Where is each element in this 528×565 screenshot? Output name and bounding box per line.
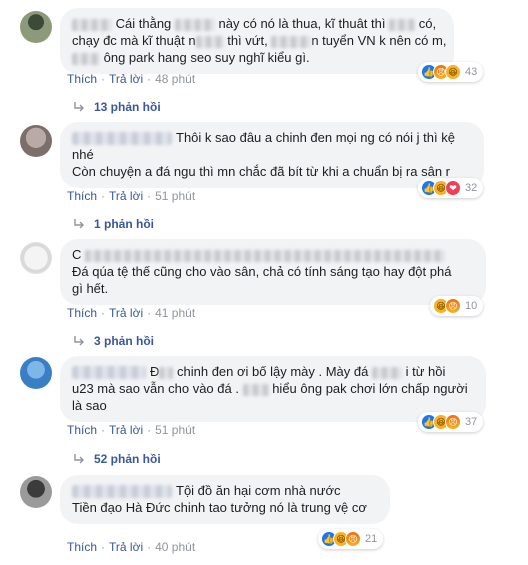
redacted-text [389,18,416,31]
comment-line: Đá qúa tệ thế cũng cho vào sân, chả có t… [72,264,452,279]
comment-line: Thôi k sao đâu a chinh đen mọi ng có nói… [72,129,472,146]
comment-text: u23 mà sao vẫn cho vào đá . [72,381,239,396]
comment-actions: Thích · Trả lời · 51 phút [67,189,196,203]
replies-count: 3 phản hồi [94,334,154,348]
reaction-summary[interactable]: 👍 😠 😆 43 [418,62,484,82]
view-replies-link[interactable]: 13 phản hồi [73,100,161,114]
replies-count: 1 phản hồi [94,217,154,231]
like-link[interactable]: Thích [67,306,97,320]
comment-text: Thôi k sao đâu a chinh đen mọi ng có nói… [176,130,455,145]
replies-count: 52 phản hồi [94,452,161,466]
reply-link[interactable]: Trả lời [109,189,143,203]
comment-text: Đ [150,364,160,379]
like-link[interactable]: Thích [67,423,97,437]
comment-bubble: Đ chinh đen ơi bố lậy mày . Mày đá i từ … [60,356,486,422]
angry-reaction-icon: 😠 [445,414,461,430]
reaction-summary[interactable]: 👍 😆 😠 21 [318,529,384,549]
view-replies-link[interactable]: 52 phản hồi [73,452,161,466]
comment-text: này có nó là thua, kĩ thuât thì [218,16,386,31]
comment-text: hiểu ông pak chơi lớn chấp người [272,381,468,396]
reaction-count: 43 [465,66,478,78]
comment-text: Tội đồ ăn hại cơm nhà nước [176,483,341,498]
reply-arrow-icon [74,454,84,464]
reaction-summary[interactable]: 👍 😆 ❤ 32 [418,178,484,198]
comment-author[interactable] [72,366,146,380]
comment-actions: Thích · Trả lời · 51 phút [67,423,196,437]
comment-bubble: Thôi k sao đâu a chinh đen mọi ng có nói… [60,122,484,188]
timestamp[interactable]: 48 phút [155,72,195,86]
comment-line: C [72,246,474,263]
comment-line: chạy đc mà kĩ thuật n thì vứt, n tuyển V… [72,32,446,49]
redacted-text [195,35,224,48]
reaction-count: 21 [365,533,378,545]
comment-bubble: Cái thằng này có nó là thua, kĩ thuât th… [60,8,454,74]
redacted-text [371,366,402,379]
comment-actions: Thích · Trả lời · 41 phút [67,306,196,320]
view-replies-link[interactable]: 1 phản hồi [73,217,154,231]
like-link[interactable]: Thích [67,72,97,86]
love-reaction-icon: ❤ [445,180,461,196]
comment-line: Tiền đạo Hà Đức chinh tao tưởng nó là tr… [72,500,367,515]
comment-actions: Thích · Trả lời · 48 phút [67,72,196,86]
comment-line: Tội đồ ăn hại cơm nhà nước [72,482,378,499]
reply-link[interactable]: Trả lời [109,540,143,554]
comment-author[interactable] [72,132,172,146]
comment-text: Cái thằng [115,16,172,31]
comment-text: có, [418,16,437,31]
timestamp[interactable]: 41 phút [155,306,195,320]
comment-text: C [72,247,82,262]
comment-actions: Thích · Trả lời · 40 phút [67,540,196,554]
reaction-count: 32 [465,182,478,194]
redacted-text [174,18,215,31]
redacted-text [242,383,269,396]
comment-line: ông park hang seo suy nghĩ kiểu gì. [72,49,442,66]
reply-arrow-icon [74,336,84,346]
replies-count: 13 phản hồi [94,100,161,114]
reply-arrow-icon [74,102,84,112]
reply-link[interactable]: Trả lời [109,423,143,437]
comment-line: là sao [72,398,107,413]
redacted-text [159,366,174,379]
comment-text: chinh đen ơi bố lậy mày . Mày đá [177,364,369,379]
angry-reaction-icon: 😠 [345,531,361,547]
comment-bubble: C Đá qúa tệ thế cũng cho vào sân, chả có… [60,239,486,305]
reply-link[interactable]: Trả lời [109,72,143,86]
redacted-author[interactable] [72,18,112,31]
reply-arrow-icon [74,219,84,229]
timestamp[interactable]: 51 phút [155,423,195,437]
comment-text: thì vứt, [227,33,268,48]
like-link[interactable]: Thích [67,540,97,554]
avatar[interactable] [20,11,52,43]
timestamp[interactable]: 40 phút [155,540,195,554]
comment-line: gì hết. [72,281,109,296]
redacted-text [72,52,100,65]
reaction-count: 37 [465,416,478,428]
avatar[interactable] [20,476,52,508]
reaction-summary[interactable]: 👍 😆 😠 37 [418,412,484,432]
redacted-text [271,35,312,48]
haha-reaction-icon: 😆 [445,64,461,80]
comment-text: ông park hang seo suy nghĩ kiểu gì. [103,50,310,65]
avatar[interactable] [20,357,52,389]
avatar[interactable] [20,125,52,157]
reply-link[interactable]: Trả lời [109,306,143,320]
comment-line: Cái thằng này có nó là thua, kĩ thuât th… [72,15,442,32]
comment-text: n tuyển VN k nên có m, [311,33,447,48]
like-link[interactable]: Thích [67,189,97,203]
avatar[interactable] [20,242,52,274]
comment-line: u23 mà sao vẫn cho vào đá . hiểu ông pak… [72,380,474,397]
comment-text: chạy đc mà kĩ thuật n [72,33,196,48]
comment-line: Đ chinh đen ơi bố lậy mày . Mày đá i từ … [72,363,474,380]
comment-text: i từ hồi [405,364,446,379]
comment-line: Còn chuyện a đá ngu thì mn chắc đã bít t… [72,164,450,179]
angry-reaction-icon: 😠 [445,298,461,314]
redacted-author[interactable] [85,249,446,262]
comment-author[interactable] [72,485,172,499]
view-replies-link[interactable]: 3 phản hồi [73,334,154,348]
timestamp[interactable]: 51 phút [155,189,195,203]
comment-line: nhé [72,147,94,162]
reaction-summary[interactable]: 😆 😠 10 [430,296,484,316]
reaction-count: 10 [465,300,478,312]
comment-bubble: Tội đồ ăn hại cơm nhà nước Tiền đạo Hà Đ… [60,475,390,524]
